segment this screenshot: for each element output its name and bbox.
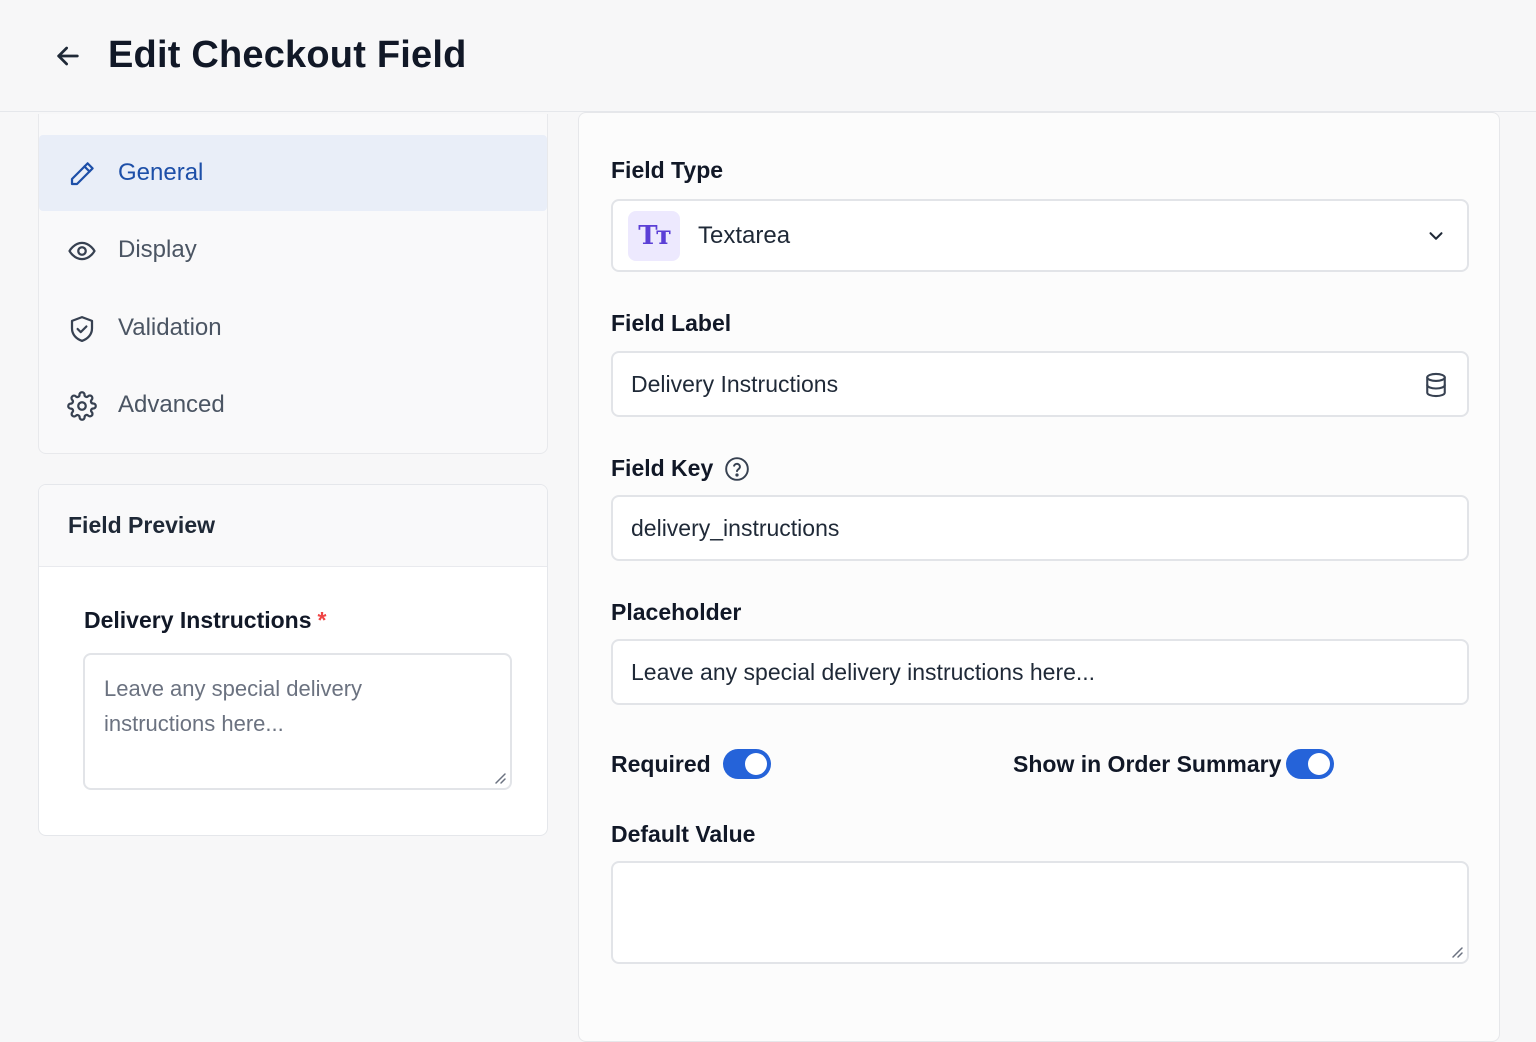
field-key-label: Field Key (611, 455, 714, 481)
nav-item-label: Display (118, 236, 197, 263)
field-label-label: Field Label (611, 310, 732, 336)
preview-placeholder-line: Leave any special delivery (104, 676, 363, 701)
required-marker: * (317, 607, 327, 633)
field-type-value: Textarea (698, 221, 791, 249)
field-label-input[interactable]: Delivery Instructions (611, 351, 1469, 417)
help-circle-icon[interactable] (724, 456, 750, 482)
nav-item-display[interactable]: Display (39, 212, 547, 288)
field-settings-form: Field Type Tт Textarea Field Label Deliv… (578, 112, 1500, 1042)
show-in-summary-toggle[interactable] (1286, 749, 1334, 779)
field-label-value: Delivery Instructions (631, 370, 839, 397)
preview-placeholder-line: instructions here... (104, 711, 284, 736)
field-key-value: delivery_instructions (631, 514, 840, 541)
preview-label-text: Delivery Instructions (84, 607, 312, 633)
placeholder-value: Leave any special delivery instructions … (631, 658, 1096, 685)
database-icon[interactable] (1422, 371, 1450, 399)
preview-field-label: Delivery Instructions * (84, 607, 326, 634)
eye-icon (68, 241, 96, 261)
default-value-textarea[interactable] (611, 861, 1469, 964)
field-type-label: Field Type (611, 157, 724, 183)
field-key-label-row: Field Key (611, 455, 750, 482)
nav-item-advanced[interactable]: Advanced (39, 367, 547, 443)
field-key-input[interactable]: delivery_instructions (611, 495, 1469, 561)
page-header: Edit Checkout Field (0, 0, 1536, 112)
gear-icon (67, 391, 97, 421)
chevron-down-icon (1429, 232, 1443, 240)
nav-item-label: Advanced (118, 391, 225, 418)
nav-item-validation[interactable]: Validation (39, 290, 547, 366)
placeholder-input[interactable]: Leave any special delivery instructions … (611, 639, 1469, 705)
resize-grip-icon[interactable] (1450, 945, 1464, 959)
settings-nav: General Display Validation Advanced (38, 114, 548, 454)
default-value-label: Default Value (611, 821, 756, 847)
field-type-select[interactable]: Tт Textarea (611, 199, 1469, 272)
nav-item-general[interactable]: General (39, 135, 547, 211)
field-preview-card: Field Preview Delivery Instructions * Lea… (38, 484, 548, 836)
required-toggle-label: Required (611, 751, 711, 777)
placeholder-label: Placeholder (611, 599, 742, 625)
required-toggle[interactable] (723, 749, 771, 779)
page-title: Edit Checkout Field (108, 34, 467, 76)
pencil-icon (70, 162, 94, 186)
preview-textarea[interactable]: Leave any special delivery instructions … (83, 653, 512, 790)
shield-check-icon (70, 316, 94, 342)
nav-item-label: General (118, 159, 204, 186)
toggle-knob (745, 753, 767, 775)
text-type-icon: Tт (628, 211, 680, 261)
toggle-knob (1308, 753, 1330, 775)
back-button[interactable] (48, 36, 88, 76)
show-in-summary-label: Show in Order Summary (1013, 751, 1282, 777)
field-preview-title: Field Preview (39, 485, 547, 567)
nav-item-label: Validation (118, 314, 222, 341)
arrow-left-icon (57, 46, 79, 66)
resize-grip-icon[interactable] (493, 771, 507, 785)
